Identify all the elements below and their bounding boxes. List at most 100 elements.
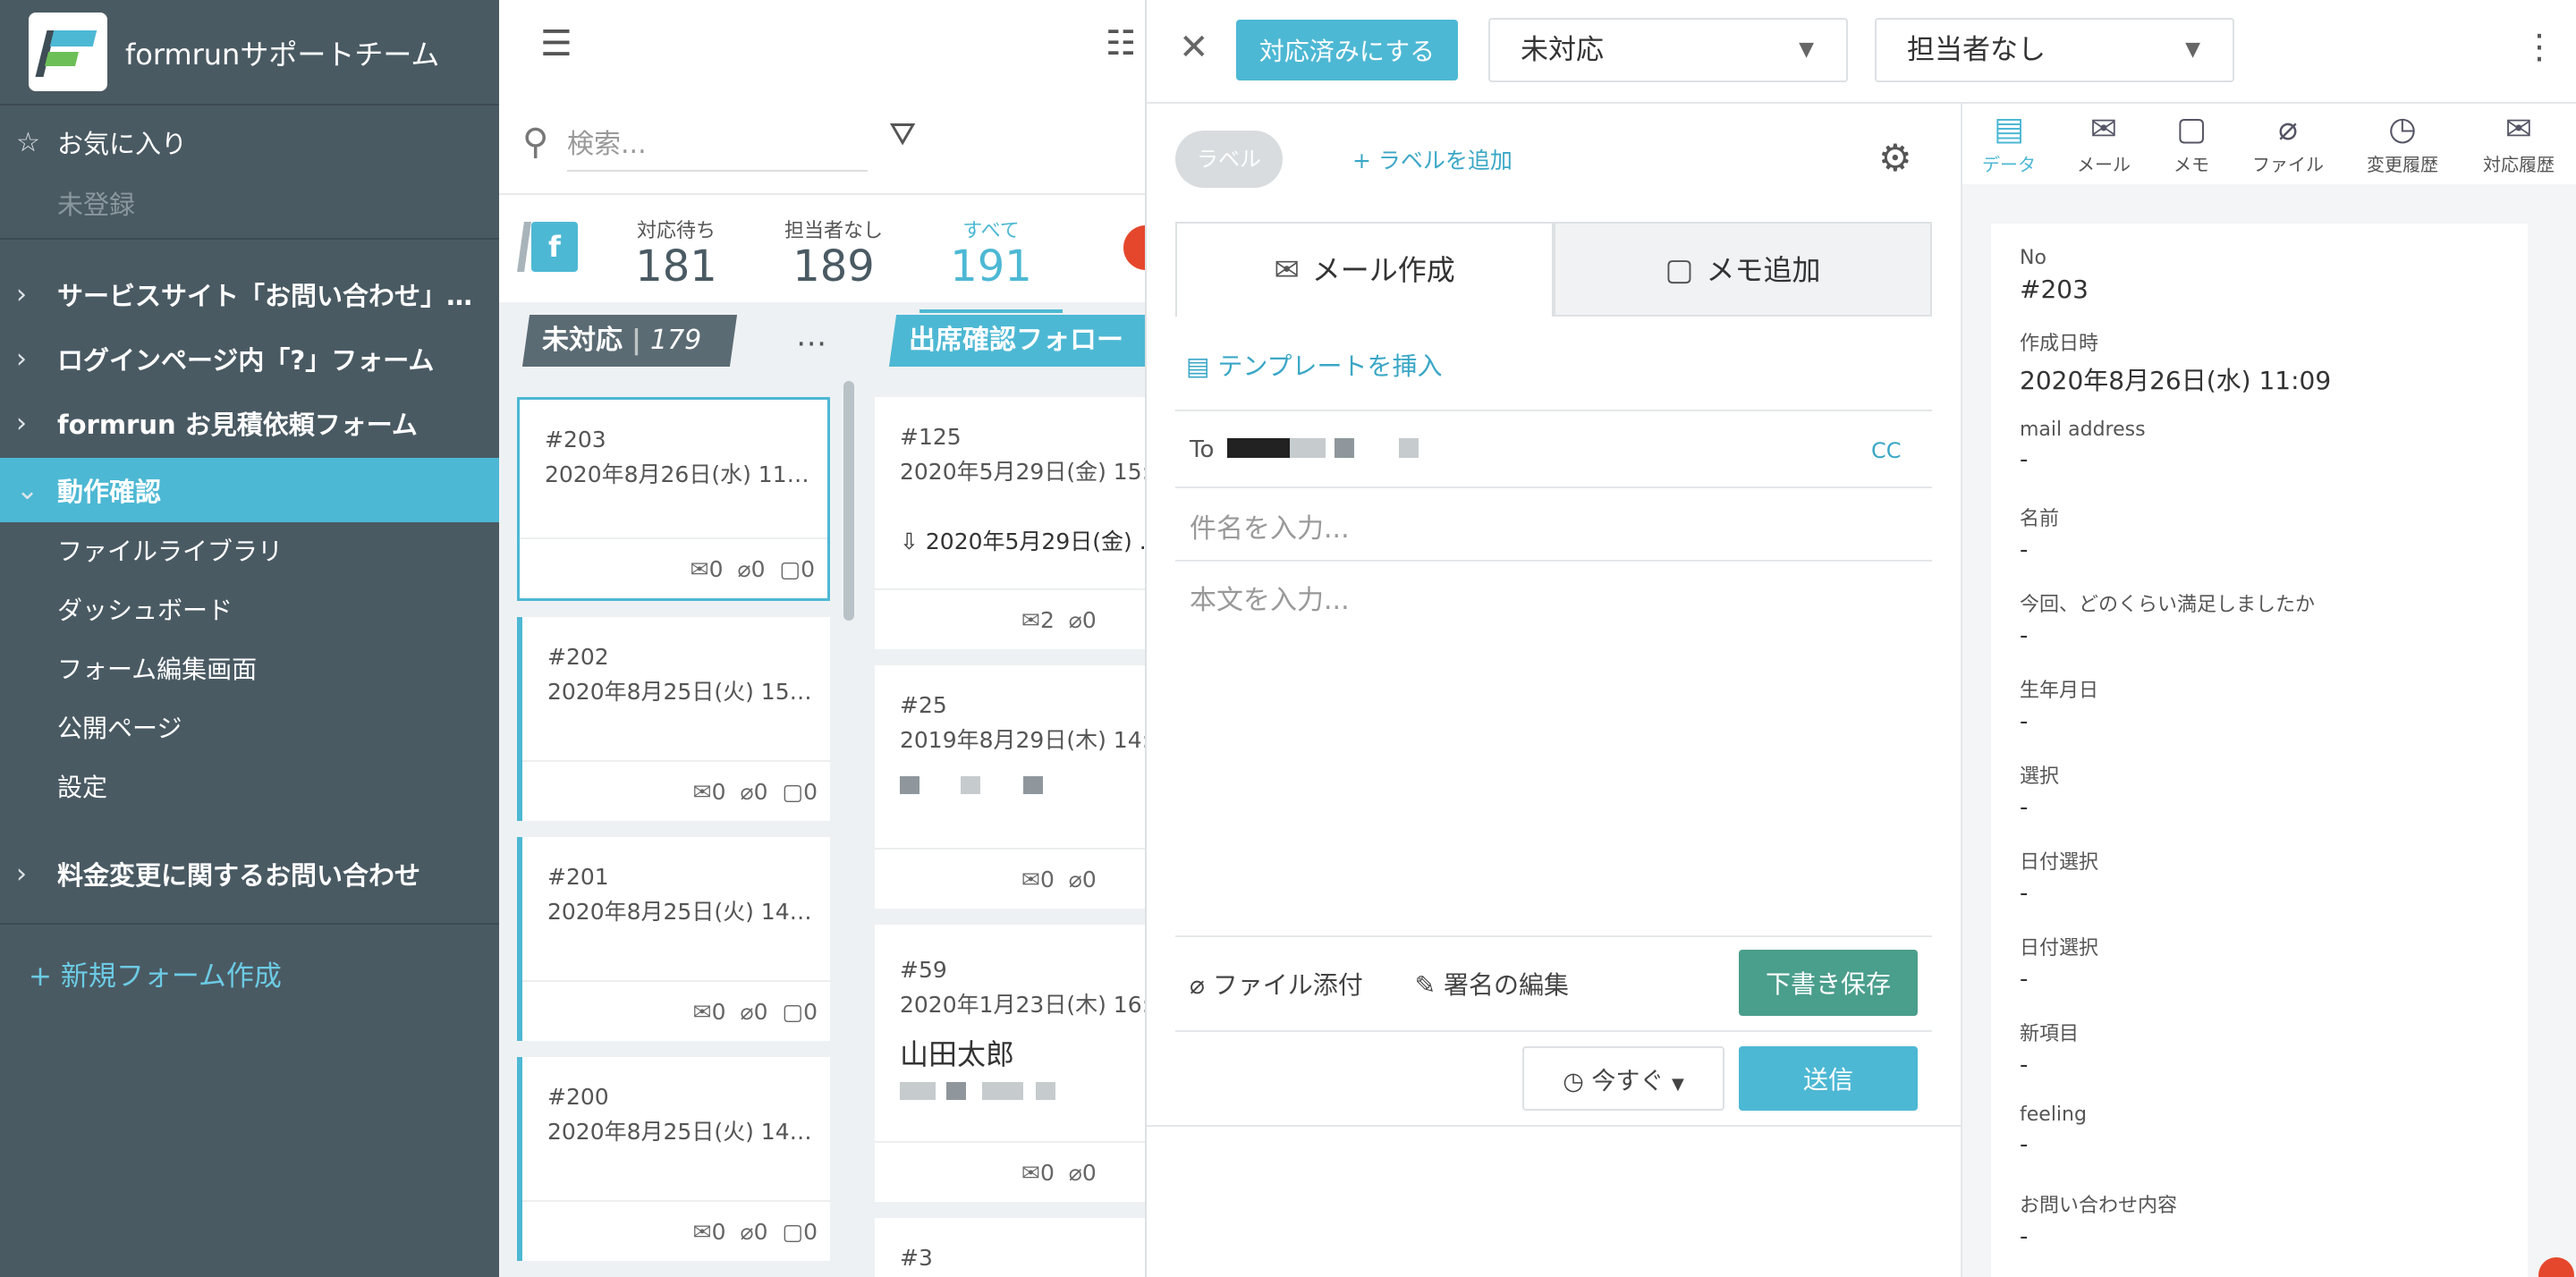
board-toolbar: ☰ ☷ ⚲ ⛛ (499, 0, 1145, 193)
mail-icon: ✉ (1274, 252, 1300, 288)
caret-down-icon: ▼ (2185, 38, 2200, 61)
sidebar-form-operation-check[interactable]: ⌄ 動作確認 (0, 458, 499, 522)
sidebar-sub-settings[interactable]: 設定 (0, 757, 499, 816)
form-badge: f (531, 222, 578, 272)
field-satisfaction: 今回、どのくらい満足しましたか - (2020, 594, 2316, 649)
tab-file[interactable]: ⌀ ファイル (2243, 111, 2333, 176)
save-draft-button[interactable]: 下書き保存 (1739, 950, 1918, 1016)
mail-count: ✉0 (692, 778, 726, 805)
entry-card[interactable]: #203 2020年8月26日(水) 11:... ✉0 ⌀0 ▢0 (517, 397, 830, 601)
add-label-button[interactable]: + ラベルを追加 (1352, 143, 1513, 175)
tab-add-memo[interactable]: ▢ メモ追加 (1554, 222, 1932, 317)
sidebar-sub-dashboard[interactable]: ダッシュボード (0, 579, 499, 638)
search-icon: ⚲ (522, 122, 549, 163)
count-waiting[interactable]: 対応待ち 181 (614, 215, 739, 290)
field-name: 名前 - (2020, 508, 2060, 563)
sidebar-sub-public-page[interactable]: 公開ページ (0, 698, 499, 757)
paperclip-icon: ⌀ (737, 555, 751, 582)
tab-data[interactable]: ▤ データ (1964, 111, 2054, 176)
field-mail-address: mail address - (2020, 419, 2146, 473)
entry-card[interactable]: #201 2020年8月25日(火) 14:... ✉0 ⌀0 ▢0 (517, 837, 830, 1041)
assignee-select[interactable]: 担当者なし ▼ (1875, 18, 2234, 82)
tab-memo[interactable]: ▢ メモ (2147, 111, 2236, 176)
entry-name: 山田太郎 (900, 1037, 1015, 1071)
cc-toggle[interactable]: CC (1871, 438, 1902, 463)
document-icon: ▤ (1993, 111, 2024, 148)
entry-card[interactable]: #202 2020年8月25日(火) 15:... ✉0 ⌀0 ▢0 (517, 617, 830, 821)
sidebar-sub-form-edit[interactable]: フォーム編集画面 (0, 638, 499, 698)
search-input[interactable] (567, 118, 868, 172)
entry-detail-panel: ✕ 対応済みにする 未対応 ▼ 担当者なし ▼ ⋮ ラベル + ラベルを追加 ⚙… (1145, 0, 2576, 1277)
sidebar-favorites[interactable]: ☆ お気に入り (0, 113, 499, 172)
sidebar-form-estimate[interactable]: › formrun お見積依頼フォーム (0, 393, 499, 452)
tab-response-history[interactable]: ✉ 対応履歴 (2474, 111, 2563, 176)
caret-down-icon: ▼ (1799, 38, 1814, 61)
send-button[interactable]: 送信 (1739, 1046, 1918, 1111)
entry-card[interactable]: #125 2020年5月29日(金) 15:... ⇩ 2020年5月29日(金… (875, 397, 1145, 649)
mail-count: ✉0 (690, 555, 724, 582)
column-header-unhandled[interactable]: 未対応 | 179 (521, 315, 738, 367)
chevron-right-icon: › (16, 343, 27, 375)
hamburger-icon[interactable]: ☰ (540, 23, 572, 64)
mail-icon: ✉ (1021, 867, 1040, 892)
entry-card[interactable]: #200 2020年8月25日(火) 14:... ✉0 ⌀0 ▢0 (517, 1057, 830, 1261)
field-created: 作成日時 2020年8月26日(水) 11:09 (2020, 333, 2332, 395)
mail-clock-icon: ✉ (2504, 111, 2533, 148)
file-count: ⌀0 (740, 1218, 768, 1245)
field-date-select-2: 日付選択 - (2020, 937, 2099, 993)
mail-icon: ✉ (1021, 607, 1040, 633)
gear-icon[interactable]: ⚙ (1878, 136, 1912, 180)
redacted-text (900, 776, 919, 794)
sidebar-divider (0, 923, 499, 925)
send-timing-select[interactable]: ◷ 今すぐ ▼ (1522, 1046, 1724, 1111)
label-pill[interactable]: ラベル (1175, 131, 1283, 188)
subject-input[interactable] (1190, 506, 1905, 551)
field-no: No #203 (2020, 247, 2089, 304)
tab-mail[interactable]: ✉ メール (2059, 111, 2148, 176)
notification-avatar[interactable] (1123, 225, 1145, 270)
sidebar-form-service[interactable]: › サービスサイト「お問い合わせ」フ... (0, 265, 499, 324)
tab-change-history[interactable]: ◷ 変更履歴 (2358, 111, 2447, 176)
insert-template-button[interactable]: ▤ テンプレートを挿入 (1186, 347, 1443, 383)
detail-tabs: ▤ データ ✉ メール ▢ メモ ⌀ ファイル ◷ 変更履歴 ✉ 対応履歴 (1962, 104, 2576, 184)
paperclip-icon: ⌀ (740, 1218, 754, 1245)
tab-mail-compose[interactable]: ✉ メール作成 (1175, 222, 1554, 317)
edit-signature-button[interactable]: ✎ 署名の編集 (1415, 970, 1569, 1000)
memo-count: ▢0 (782, 1218, 818, 1245)
entry-card[interactable]: #3 (875, 1218, 1145, 1277)
close-icon[interactable]: ✕ (1179, 27, 1209, 68)
chevron-right-icon: › (16, 407, 27, 439)
panel-toolbar: ✕ 対応済みにする 未対応 ▼ 担当者なし ▼ ⋮ (1147, 0, 2576, 104)
field-date-select: 日付選択 - (2020, 851, 2099, 907)
paperclip-icon: ⌀ (1190, 970, 1205, 1000)
count-unassigned[interactable]: 担当者なし 189 (771, 215, 896, 290)
mark-done-button[interactable]: 対応済みにする (1236, 20, 1458, 80)
column-scrollbar[interactable] (843, 381, 854, 621)
body-input[interactable] (1190, 578, 1905, 846)
sidebar-sub-file-library[interactable]: ファイルライブラリ (0, 520, 499, 579)
field-select: 選択 - (2020, 765, 2060, 821)
memo-icon: ▢ (782, 1218, 804, 1245)
memo-icon: ▢ (1665, 252, 1694, 288)
sidebar: formrunサポートチーム ☆ お気に入り 未登録 › サービスサイト「お問い… (0, 0, 499, 1277)
chevron-right-icon: › (16, 858, 27, 890)
entry-data-column: ▤ データ ✉ メール ▢ メモ ⌀ ファイル ◷ 変更履歴 ✉ 対応履歴 No #203 (1961, 104, 2576, 1277)
list-view-icon[interactable]: ☷ (1106, 23, 1136, 63)
column-menu-icon[interactable]: ⋯ (796, 326, 826, 361)
sidebar-form-pricing[interactable]: › 料金変更に関するお問い合わせ (0, 844, 499, 903)
filter-icon[interactable]: ⛛ (889, 116, 916, 154)
sidebar-divider (0, 238, 499, 240)
team-switcher[interactable]: formrunサポートチーム (0, 0, 499, 106)
attach-file-button[interactable]: ⌀ ファイル添付 (1190, 970, 1363, 1000)
column-header-attendance[interactable]: 出席確認フォロー (888, 315, 1145, 367)
count-all[interactable]: すべて 191 (919, 215, 1063, 313)
more-vertical-icon[interactable]: ⋮ (2522, 27, 2556, 66)
sidebar-form-login[interactable]: › ログインページ内「?」フォーム (0, 329, 499, 388)
entry-card[interactable]: #25 2019年8月29日(木) 14:... ✉0 ⌀0 (875, 665, 1145, 909)
memo-icon: ▢ (2175, 111, 2207, 148)
status-select[interactable]: 未対応 ▼ (1488, 18, 1848, 82)
new-form-button[interactable]: + 新規フォーム作成 (29, 953, 282, 994)
field-birthday: 生年月日 - (2020, 680, 2099, 735)
entry-card[interactable]: #59 2020年1月23日(木) 16:... 山田太郎 ✉0 ⌀0 (875, 925, 1145, 1202)
memo-count: ▢0 (782, 998, 818, 1025)
